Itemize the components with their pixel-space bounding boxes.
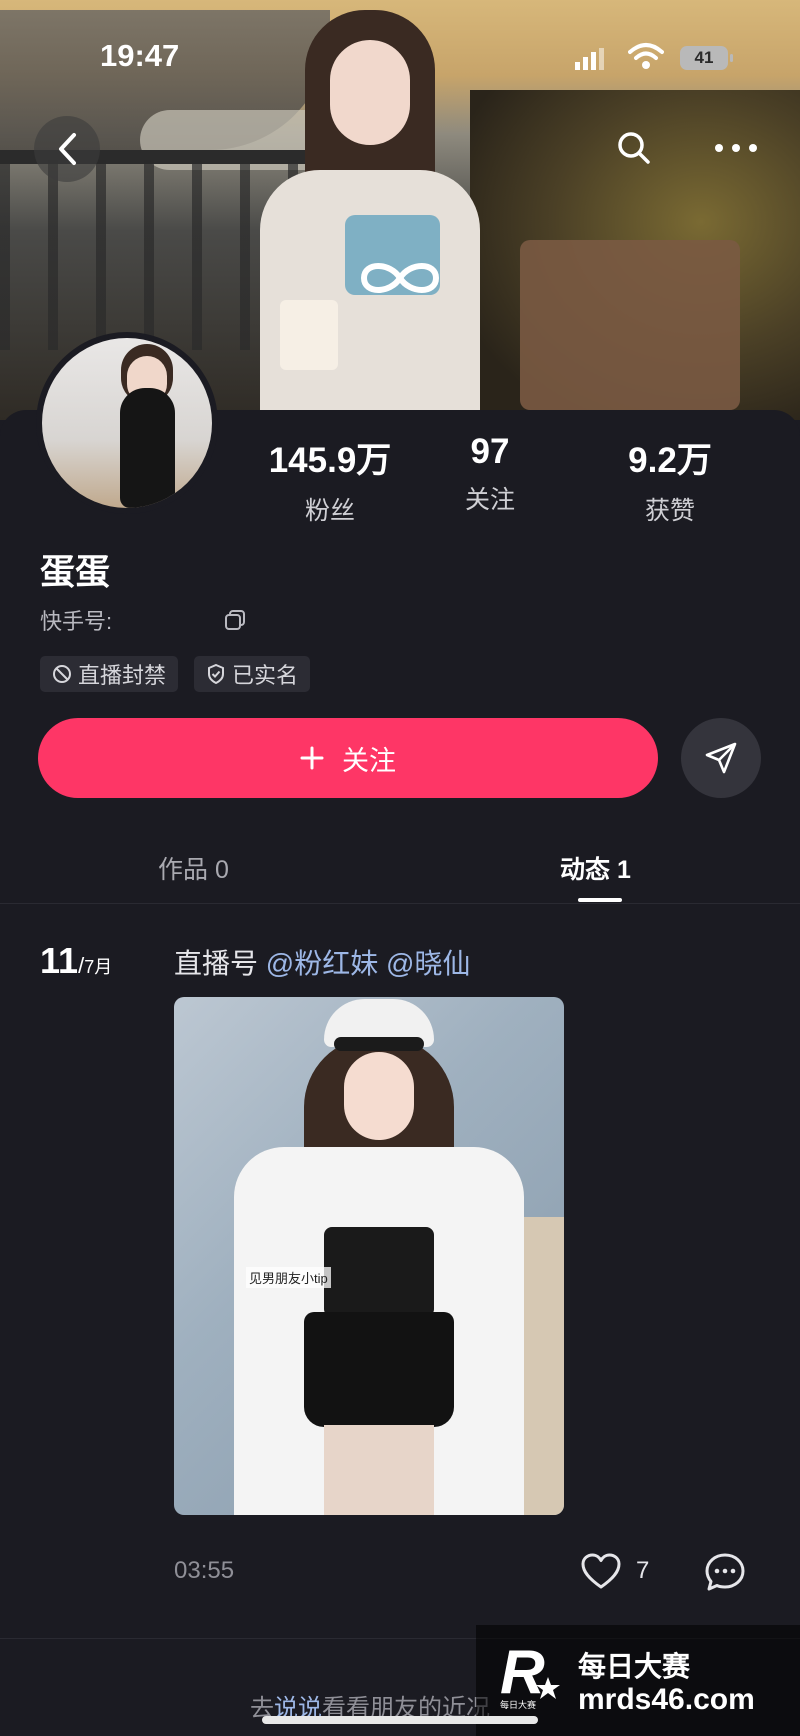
search-button[interactable]: [612, 126, 656, 170]
post-text-prefix: 直播号: [174, 948, 259, 979]
watermark-title: 每日大赛: [578, 1651, 691, 1682]
kwai-id: 快手号:: [40, 604, 246, 636]
stat-following[interactable]: 97 关注: [420, 432, 560, 527]
copy-icon[interactable]: [224, 609, 246, 631]
shield-check-icon: [208, 664, 225, 684]
avatar-image: [42, 338, 212, 508]
infinity-icon: [360, 263, 440, 293]
tab-moments[interactable]: 动态 1: [560, 850, 631, 886]
home-indicator: [262, 1716, 538, 1724]
profile-tags: 直播封禁 已实名: [40, 656, 311, 692]
stat-value: 145.9万: [268, 441, 392, 480]
watermark-logo: R 每日大赛: [500, 1638, 560, 1710]
stat-value: 97: [470, 432, 510, 471]
more-dots-icon: [715, 144, 757, 152]
stat-label: 关注: [464, 486, 515, 514]
tag-label: 已实名: [232, 663, 299, 688]
kwai-id-label: 快手号:: [40, 609, 113, 634]
search-icon: [618, 132, 650, 164]
signal-icon: [575, 48, 604, 70]
mention-link[interactable]: @晓仙: [386, 948, 470, 979]
heart-icon[interactable]: [580, 1552, 622, 1590]
stat-label: 粉丝: [304, 497, 355, 525]
post-text: 直播号 @粉红妹 @晓仙: [174, 942, 470, 982]
watermark-url: mrds46.com: [578, 1683, 755, 1716]
avatar[interactable]: [36, 332, 218, 514]
tag-live-banned: 直播封禁: [40, 656, 179, 692]
status-bar: 19:47 41: [0, 0, 800, 110]
status-time: 19:47: [100, 38, 180, 73]
comment-icon[interactable]: [704, 1552, 746, 1592]
post-month: 7月: [84, 957, 113, 977]
share-button[interactable]: [681, 718, 761, 798]
mention-link[interactable]: @粉红妹: [266, 948, 378, 979]
stat-label: 获赞: [644, 497, 695, 525]
tab-works[interactable]: 作品 0: [158, 850, 229, 886]
tag-label: 直播封禁: [78, 663, 167, 688]
plus-icon: [300, 746, 324, 770]
active-tab-indicator: [578, 898, 622, 902]
follow-button[interactable]: 关注: [38, 718, 658, 798]
ban-icon: [53, 665, 71, 683]
like-count: 7: [636, 1557, 650, 1584]
battery-indicator: 41: [680, 46, 733, 70]
image-caption: 见男朋友小tip: [246, 1267, 331, 1288]
stat-value: 9.2万: [628, 441, 712, 480]
back-button[interactable]: [34, 116, 100, 182]
profile-stats: 145.9万 粉丝 97 关注 9.2万 获赞: [240, 432, 800, 527]
send-icon: [705, 742, 737, 774]
tabs-divider: [0, 903, 800, 904]
stat-followers[interactable]: 145.9万 粉丝: [240, 432, 420, 527]
stat-likes[interactable]: 9.2万 获赞: [570, 432, 770, 527]
profile-name: 蛋蛋: [40, 553, 111, 592]
watermark-logo-sub: 每日大赛: [500, 1699, 536, 1710]
tag-verified: 已实名: [194, 656, 311, 692]
chevron-left-icon: [59, 133, 76, 165]
cover-chair: [520, 240, 740, 410]
post-image[interactable]: 见男朋友小tip: [174, 997, 564, 1515]
profile-tabs: 作品 0 动态 1: [0, 838, 800, 902]
more-button[interactable]: [706, 126, 766, 170]
watermark-logo-letter: R: [500, 1638, 545, 1707]
post-time: 03:55: [174, 1557, 235, 1584]
follow-label: 关注: [342, 745, 396, 776]
wifi-icon: [628, 43, 664, 69]
post-day: 11: [40, 940, 79, 981]
post-date: 11/7月: [40, 940, 112, 982]
